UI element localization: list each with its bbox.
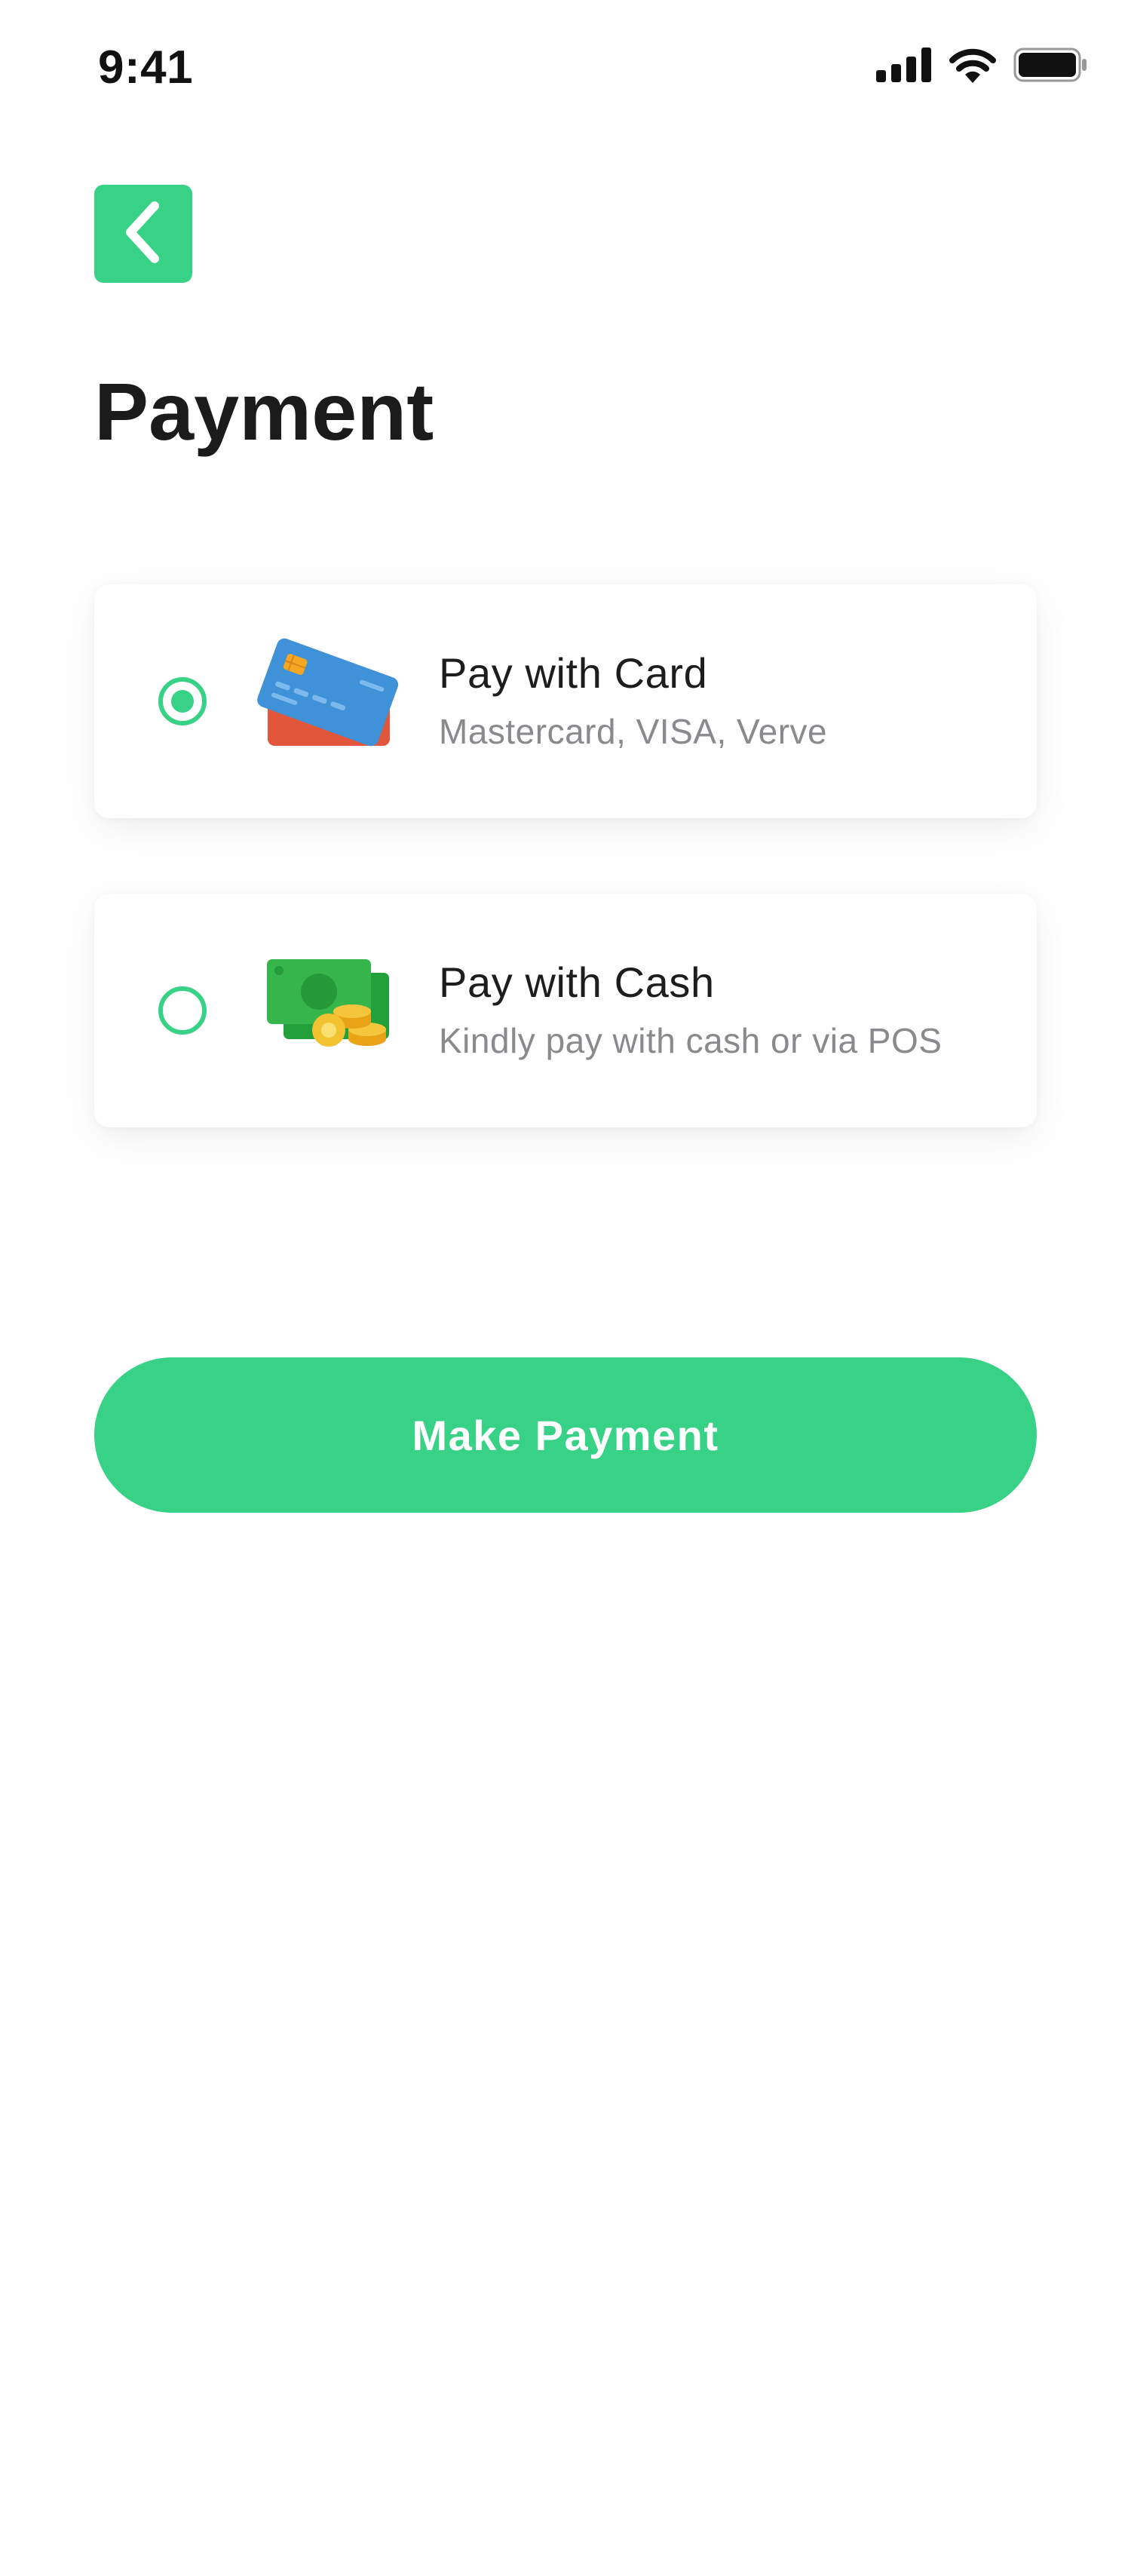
option-subtitle: Kindly pay with cash or via POS (439, 1021, 942, 1060)
status-bar: 9:41 (0, 0, 1131, 136)
radio-selected-dot (171, 690, 194, 713)
cellular-signal-icon (876, 48, 932, 86)
status-time: 9:41 (98, 41, 194, 94)
option-title: Pay with Card (439, 649, 708, 697)
battery-icon (1013, 48, 1087, 86)
option-subtitle: Mastercard, VISA, Verve (439, 712, 828, 751)
radio-button-unselected[interactable] (158, 986, 207, 1035)
radio-button-selected[interactable] (158, 677, 207, 725)
chevron-left-icon (117, 198, 170, 270)
option-title: Pay with Cash (439, 958, 715, 1006)
back-button[interactable] (94, 185, 192, 283)
payment-option-cash[interactable]: Pay with Cash Kindly pay with cash or vi… (94, 894, 1037, 1127)
status-icons (876, 47, 1087, 87)
credit-card-icon (256, 630, 400, 773)
payment-option-card[interactable]: Pay with Card Mastercard, VISA, Verve (94, 584, 1037, 818)
make-payment-button[interactable]: Make Payment (94, 1357, 1037, 1513)
wifi-icon (949, 47, 997, 87)
cash-coins-icon (256, 939, 400, 1082)
page-title: Payment (94, 366, 434, 457)
